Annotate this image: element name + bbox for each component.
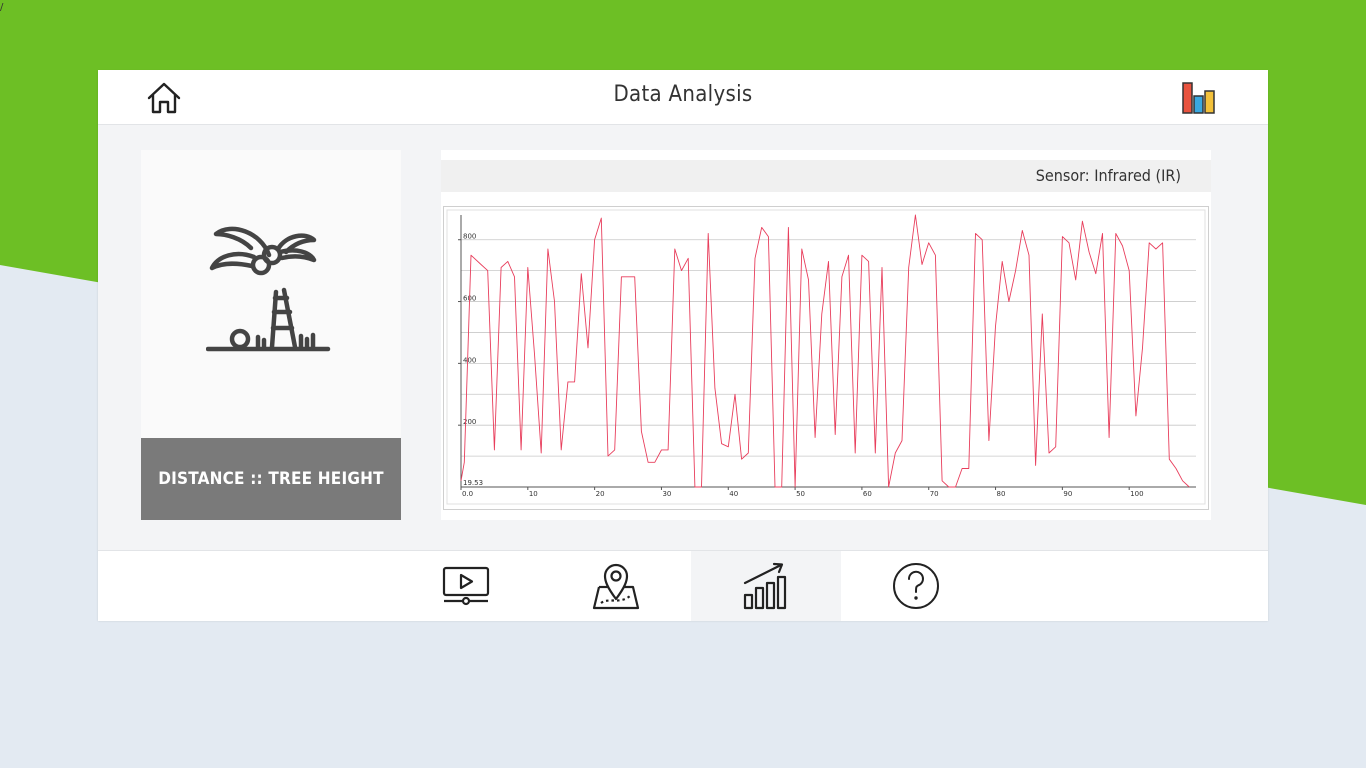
x-tick-label: 80: [997, 490, 1006, 498]
x-tick-label: 60: [863, 490, 872, 498]
plot-border: [446, 209, 1206, 505]
x-tick-label: 20: [596, 490, 605, 498]
corner-mark: /: [0, 2, 4, 13]
x-tick-label: 30: [662, 490, 671, 498]
chart-card: Sensor: Infrared (IR) 200 400 600 800 19.53 0…: [441, 150, 1211, 520]
bottom-nav: [98, 550, 1268, 621]
nav-map[interactable]: [541, 551, 691, 621]
video-player-icon: [442, 566, 490, 606]
line-chart: 20040060080019.530.0 10 20 30 40 50 60 70 80 90 10…: [446, 209, 1206, 505]
x-tick-label: 100: [1130, 490, 1143, 498]
x-tick-label: 50: [796, 490, 805, 498]
x-tick-label: 0.0: [462, 490, 473, 498]
palm-tree-icon: [206, 226, 331, 352]
sensor-label: Sensor: Infrared (IR): [1035, 166, 1181, 185]
y-tick-label: 200: [463, 418, 476, 426]
nav-video[interactable]: [391, 551, 541, 621]
x-tick-label: 90: [1063, 490, 1072, 498]
x-tick-label: 70: [930, 490, 939, 498]
caption-text: DISTANCE :: TREE HEIGHT: [158, 469, 384, 489]
map-pin-icon: [592, 563, 640, 610]
x-tick-label: 10: [529, 490, 538, 498]
sensor-bar: Sensor: Infrared (IR): [441, 160, 1211, 192]
growth-chart-icon: [743, 562, 787, 610]
bar-chart-icon: [1182, 82, 1215, 114]
page-title: Data Analysis: [613, 82, 753, 107]
main-panel: Data Analysis DISTANCE:: TREE HEIGHT Se…: [98, 70, 1268, 621]
question-circle-icon: [893, 563, 939, 609]
y-tick-label: 400: [463, 356, 476, 364]
y-min-label: 19.53: [463, 479, 483, 487]
y-tick-label: 800: [463, 233, 476, 241]
nav-help[interactable]: [841, 551, 991, 621]
info-card: DISTANCE :: TREE HEIGHT: [141, 150, 401, 520]
series-line: [460, 214, 1190, 488]
stats-button[interactable]: [1180, 80, 1220, 116]
chart-frame: 200 400 600 800 19.53 0.0 10 20 30 40 50 60 70 80 90 10…: [443, 206, 1209, 510]
caption-bar: DISTANCE :: TREE HEIGHT: [141, 438, 401, 520]
x-tick-label: 40: [729, 490, 738, 498]
nav-analytics[interactable]: [691, 551, 841, 621]
header-bar: Data Analysis: [98, 70, 1268, 125]
